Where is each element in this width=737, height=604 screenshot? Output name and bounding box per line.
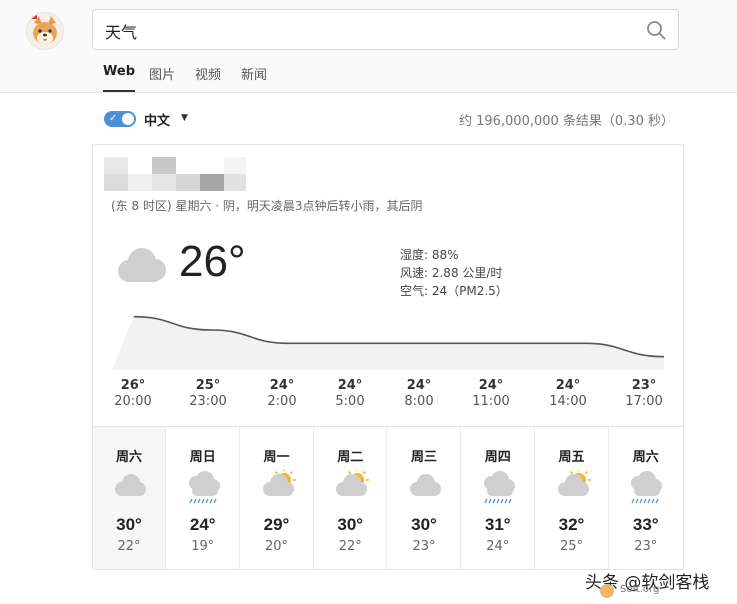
search-icon[interactable] <box>646 20 666 40</box>
day-high-temp: 33° <box>632 515 659 534</box>
hourly-time: 5:00 <box>335 394 365 409</box>
hourly-temp: 24° <box>555 378 581 393</box>
daily-item[interactable]: 周三 30° 23° <box>388 427 461 569</box>
filter-row: ✓ 中文 ▼ 约 196,000,000 条结果（0.30 秒） <box>104 110 674 132</box>
dog-logo-icon[interactable] <box>26 12 64 50</box>
hourly-item: 24° 2:00 <box>247 378 317 409</box>
rain-icon <box>479 470 519 504</box>
day-high-temp: 30° <box>411 515 437 534</box>
day-name: 周一 <box>263 450 290 465</box>
day-name: 周日 <box>189 450 216 465</box>
day-low-temp: 25° <box>559 539 584 554</box>
watermark-logo-icon <box>600 584 614 598</box>
partly-cloudy-icon <box>258 468 298 504</box>
daily-item[interactable]: 周六 33° 23° <box>609 427 682 569</box>
day-name: 周六 <box>632 450 659 465</box>
day-high-temp: 24° <box>189 515 216 534</box>
day-low-temp: 20° <box>264 539 289 554</box>
hourly-item: 24° 11:00 <box>456 378 526 409</box>
hourly-item: 25° 23:00 <box>173 378 243 409</box>
result-count: 约 196,000,000 条结果（0.30 秒） <box>458 114 674 129</box>
hourly-temp: 23° <box>631 378 657 393</box>
hourly-time: 2:00 <box>267 394 297 409</box>
hourly-temp: 25° <box>195 378 221 393</box>
hourly-temp: 24° <box>406 378 432 393</box>
day-high-temp: 30° <box>337 515 364 534</box>
weather-details: 湿度: 88% 风速: 2.88 公里/时 空气: 24（PM2.5） <box>400 246 508 300</box>
day-name: 周三 <box>410 450 437 465</box>
weather-datetime: (东 8 时区) 星期六 · 阴，明天凌晨3点钟后转小雨，其后阴 <box>111 199 423 213</box>
watermark-site: Soft.org <box>620 584 660 595</box>
daily-item[interactable]: 周一 29° 20° <box>241 427 314 569</box>
hourly-temp: 24° <box>478 378 504 393</box>
tab-web[interactable]: Web <box>103 64 135 79</box>
partly-cloudy-icon <box>331 468 371 504</box>
hourly-item: 24° 8:00 <box>384 378 454 409</box>
search-input[interactable] <box>103 18 627 44</box>
location-blurred <box>104 157 246 191</box>
cloud-icon <box>110 470 150 504</box>
rain-icon <box>184 470 224 504</box>
checkmark-icon: ✓ <box>109 113 118 124</box>
day-high-temp: 32° <box>558 515 585 534</box>
day-low-temp: 22° <box>117 539 141 554</box>
toggle-knob <box>122 113 134 125</box>
language-toggle[interactable]: ✓ <box>104 111 136 127</box>
active-tab-indicator <box>103 90 135 92</box>
cloud-icon <box>405 470 445 504</box>
hourly-item: 24° 5:00 <box>315 378 385 409</box>
search-box[interactable] <box>92 9 679 50</box>
day-low-temp: 22° <box>338 539 362 554</box>
wind-speed-text: 风速: 2.88 公里/时 <box>400 266 503 280</box>
day-low-temp: 23° <box>634 539 658 554</box>
cloud-icon <box>118 248 166 282</box>
hourly-item: 23° 17:00 <box>609 378 679 409</box>
hourly-item: 26° 20:00 <box>98 378 168 409</box>
hourly-temp: 24° <box>337 378 363 393</box>
daily-forecast: 周六 30° 22° 周日 24° 19° 周一 29° 20° 周二 30° 22° 周三 30° 23°… <box>93 426 683 569</box>
hourly-forecast: 26° 20:00 25° 23:00 24° 2:00 24° 5:00 24° 8:00 24°… <box>93 378 683 418</box>
day-low-temp: 19° <box>191 539 215 554</box>
hourly-item: 24° 14:00 <box>533 378 603 409</box>
partly-cloudy-icon <box>553 468 593 504</box>
day-name: 周五 <box>558 450 585 465</box>
daily-item[interactable]: 周六 30° 22° <box>93 427 166 569</box>
rain-icon <box>626 470 666 504</box>
tab-videos[interactable]: 视频 <box>195 64 221 83</box>
day-name: 周四 <box>484 450 511 465</box>
hourly-temp: 24° <box>269 378 295 393</box>
daily-item[interactable]: 周二 30° 22° <box>314 427 388 569</box>
hourly-time: 23:00 <box>189 394 227 409</box>
hourly-temp: 26° <box>120 378 146 393</box>
tab-news[interactable]: 新闻 <box>241 64 267 83</box>
caret-down-icon[interactable]: ▼ <box>181 113 188 123</box>
daily-item[interactable]: 周日 24° 19° <box>167 427 240 569</box>
day-high-temp: 31° <box>484 515 511 534</box>
hourly-time: 11:00 <box>472 394 510 409</box>
daily-item[interactable]: 周五 32° 25° <box>536 427 609 569</box>
top-bar: Web 图片 视频 新闻 <box>0 0 737 93</box>
tab-images[interactable]: 图片 <box>149 64 175 83</box>
humidity-text: 湿度: 88% <box>400 248 459 262</box>
hourly-time: 8:00 <box>404 394 434 409</box>
language-label[interactable]: 中文 <box>144 110 170 129</box>
daily-item[interactable]: 周四 31° 24° <box>462 427 535 569</box>
day-name: 周六 <box>115 450 142 465</box>
day-name: 周二 <box>337 450 364 465</box>
hourly-time: 17:00 <box>625 394 663 409</box>
temperature-curve <box>112 315 664 370</box>
day-high-temp: 29° <box>263 515 290 534</box>
weather-card: (东 8 时区) 星期六 · 阴，明天凌晨3点钟后转小雨，其后阴 26° 湿度:… <box>92 144 684 570</box>
current-temperature: 26° <box>179 237 246 286</box>
day-low-temp: 23° <box>412 539 436 554</box>
hourly-time: 14:00 <box>549 394 587 409</box>
day-high-temp: 30° <box>116 515 142 534</box>
air-quality-text: 空气: 24（PM2.5） <box>400 284 508 298</box>
day-low-temp: 24° <box>486 539 510 554</box>
hourly-time: 20:00 <box>114 394 152 409</box>
